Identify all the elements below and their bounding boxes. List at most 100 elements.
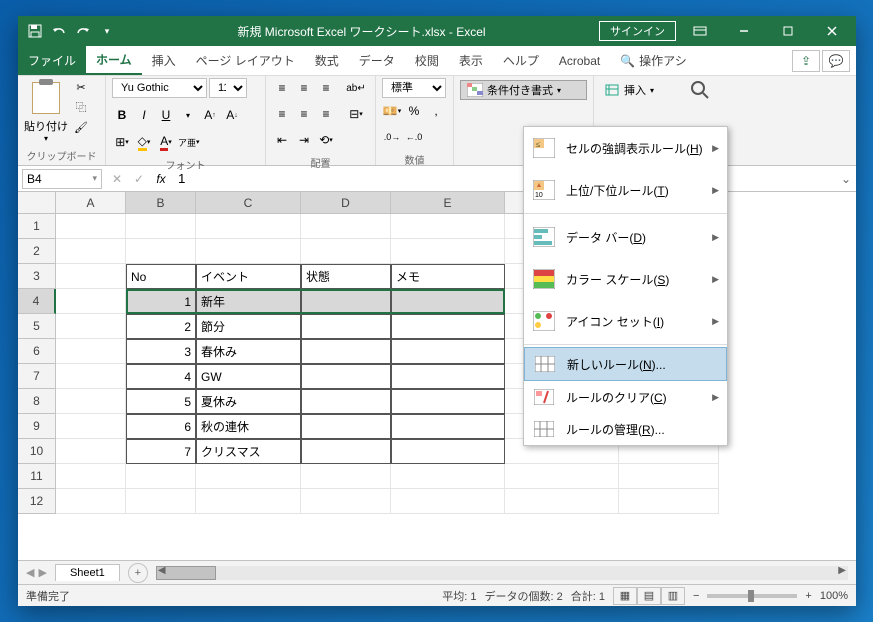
decimal-increase-button[interactable]: .0→	[382, 127, 402, 147]
signin-button[interactable]: サインイン	[599, 21, 676, 41]
cell[interactable]: 春休み	[196, 339, 301, 364]
wrap-text-button[interactable]: ab↵	[346, 78, 366, 98]
cell[interactable]	[56, 414, 126, 439]
maximize-button[interactable]	[768, 16, 808, 46]
cell[interactable]	[391, 439, 505, 464]
tab-view[interactable]: 表示	[449, 46, 493, 75]
expand-formula-bar-icon[interactable]: ⌄	[836, 172, 856, 186]
view-normal-button[interactable]: ▦	[613, 587, 637, 605]
cell[interactable]: 4	[126, 364, 196, 389]
row-header[interactable]: 10	[18, 439, 56, 464]
italic-button[interactable]: I	[134, 105, 154, 125]
save-icon[interactable]	[26, 22, 44, 40]
column-header[interactable]: A	[56, 192, 126, 214]
phonetic-button[interactable]: ア亜▾	[178, 132, 200, 152]
cell[interactable]	[196, 214, 301, 239]
row-header[interactable]: 7	[18, 364, 56, 389]
find-select-button[interactable]	[680, 78, 720, 102]
font-grow-button[interactable]: A↑	[200, 105, 220, 125]
tab-data[interactable]: データ	[349, 46, 405, 75]
tab-insert[interactable]: 挿入	[142, 46, 186, 75]
tab-formulas[interactable]: 数式	[305, 46, 349, 75]
cell[interactable]	[391, 364, 505, 389]
cell[interactable]: 2	[126, 314, 196, 339]
sheet-tab[interactable]: Sheet1	[55, 564, 120, 581]
borders-button[interactable]: ⊞▾	[112, 132, 132, 152]
column-header[interactable]: D	[301, 192, 391, 214]
select-all-corner[interactable]	[18, 192, 56, 214]
cell[interactable]: No	[126, 264, 196, 289]
row-header[interactable]: 2	[18, 239, 56, 264]
cell[interactable]: 夏休み	[196, 389, 301, 414]
view-pagelayout-button[interactable]: ▤	[637, 587, 661, 605]
horizontal-scrollbar[interactable]: ◀ ▶	[156, 566, 848, 580]
tab-help[interactable]: ヘルプ	[493, 46, 549, 75]
align-middle-button[interactable]: ≡	[294, 78, 314, 98]
menu-color-scales[interactable]: カラー スケール(S) ▶	[524, 258, 727, 300]
conditional-format-button[interactable]: 条件付き書式 ▾	[460, 80, 587, 100]
sheet-nav-next[interactable]: ▶	[38, 566, 46, 579]
cell[interactable]: クリスマス	[196, 439, 301, 464]
cell[interactable]: 節分	[196, 314, 301, 339]
align-center-button[interactable]: ≡	[294, 104, 314, 124]
menu-icon-sets[interactable]: アイコン セット(I) ▶	[524, 300, 727, 342]
format-painter-icon[interactable]: 🖌	[72, 118, 90, 136]
zoom-out-button[interactable]: −	[693, 590, 699, 602]
bold-button[interactable]: B	[112, 105, 132, 125]
font-name-select[interactable]: Yu Gothic	[112, 78, 207, 98]
cut-icon[interactable]: ✂	[72, 78, 90, 96]
cell[interactable]: GW	[196, 364, 301, 389]
paste-button[interactable]: 貼り付け ▾	[24, 78, 68, 143]
cell[interactable]	[619, 464, 719, 489]
menu-data-bars[interactable]: データ バー(D) ▶	[524, 216, 727, 258]
font-size-select[interactable]: 11	[209, 78, 247, 98]
cell[interactable]: 7	[126, 439, 196, 464]
undo-icon[interactable]	[50, 22, 68, 40]
row-header[interactable]: 6	[18, 339, 56, 364]
tab-file[interactable]: ファイル	[18, 46, 86, 75]
cell[interactable]	[196, 239, 301, 264]
tab-review[interactable]: 校閲	[405, 46, 449, 75]
close-button[interactable]	[812, 16, 852, 46]
font-color-button[interactable]: A▾	[156, 132, 176, 152]
cell[interactable]	[301, 439, 391, 464]
minimize-button[interactable]	[724, 16, 764, 46]
cell[interactable]	[126, 239, 196, 264]
comma-button[interactable]: ,	[426, 101, 446, 121]
cell[interactable]	[56, 214, 126, 239]
row-header[interactable]: 1	[18, 214, 56, 239]
cell[interactable]	[196, 464, 301, 489]
row-header[interactable]: 11	[18, 464, 56, 489]
cell[interactable]: 秋の連休	[196, 414, 301, 439]
indent-decrease-button[interactable]: ⇤	[272, 130, 292, 150]
cell[interactable]: イベント	[196, 264, 301, 289]
cell[interactable]: 状態	[301, 264, 391, 289]
cell[interactable]	[301, 214, 391, 239]
qat-customize-icon[interactable]: ▾	[98, 22, 116, 40]
cell[interactable]	[301, 314, 391, 339]
cell[interactable]	[56, 339, 126, 364]
view-pagebreak-button[interactable]: ▥	[661, 587, 685, 605]
row-header[interactable]: 3	[18, 264, 56, 289]
font-shrink-button[interactable]: A↓	[222, 105, 242, 125]
cell[interactable]	[505, 489, 619, 514]
number-format-select[interactable]: 標準	[382, 78, 446, 98]
cell[interactable]: 3	[126, 339, 196, 364]
ribbon-display-icon[interactable]	[680, 16, 720, 46]
cell[interactable]	[56, 464, 126, 489]
menu-new-rule[interactable]: 新しいルール(N)...	[524, 347, 727, 381]
tab-acrobat[interactable]: Acrobat	[549, 46, 610, 75]
cell[interactable]	[301, 289, 391, 314]
cell[interactable]	[391, 464, 505, 489]
align-top-button[interactable]: ≡	[272, 78, 292, 98]
cell[interactable]	[56, 489, 126, 514]
column-header[interactable]: C	[196, 192, 301, 214]
tell-me[interactable]: 🔍操作アシ	[610, 46, 696, 75]
orientation-button[interactable]: ⟲▾	[316, 130, 336, 150]
row-header[interactable]: 5	[18, 314, 56, 339]
cell[interactable]	[391, 289, 505, 314]
cell[interactable]: 6	[126, 414, 196, 439]
cell[interactable]	[391, 389, 505, 414]
cell[interactable]: 新年	[196, 289, 301, 314]
cell[interactable]	[56, 264, 126, 289]
